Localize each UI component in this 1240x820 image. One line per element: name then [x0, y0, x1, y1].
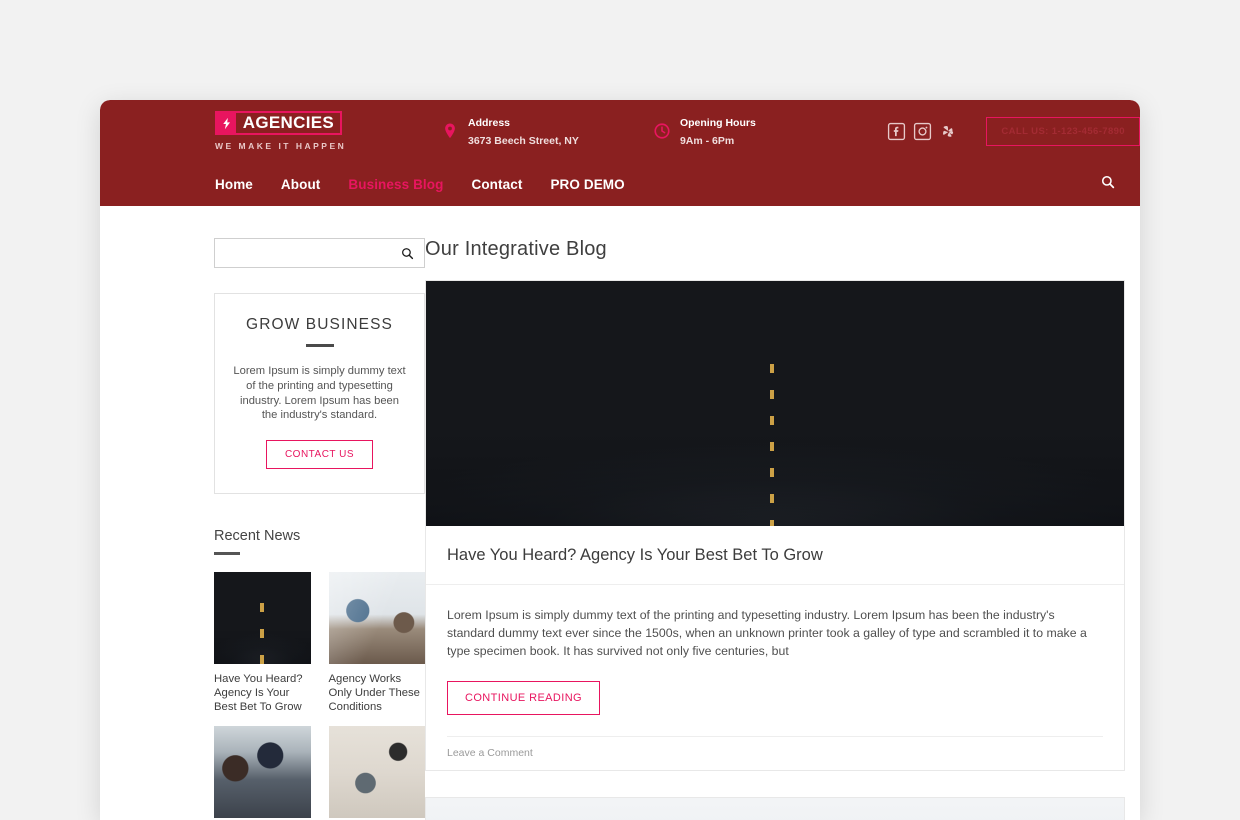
header-search-icon[interactable]	[1100, 174, 1116, 195]
browser-page: AGENCIES WE MAKE IT HAPPEN Address 3673 …	[100, 100, 1140, 820]
list-item[interactable]: Revolutionize Your Agency With These	[328, 725, 425, 820]
site-logo[interactable]: AGENCIES WE MAKE IT HAPPEN	[215, 111, 447, 151]
recent-news-divider	[214, 552, 240, 555]
yelp-icon[interactable]	[939, 122, 958, 141]
search-input[interactable]	[215, 239, 400, 267]
list-item[interactable]: Top 10 Tips To Grow Your Agency	[214, 725, 311, 820]
sidebar: GROW BUSINESS Lorem Ipsum is simply dumm…	[100, 238, 425, 820]
recent-news-thumbnail	[214, 571, 311, 664]
list-item[interactable]: Agency Works Only Under These Conditions	[328, 571, 426, 714]
nav-item-about[interactable]: About	[281, 177, 320, 192]
site-header: AGENCIES WE MAKE IT HAPPEN Address 3673 …	[100, 100, 1140, 206]
post-excerpt: Lorem Ipsum is simply dummy text of the …	[447, 608, 1087, 659]
post-body: Lorem Ipsum is simply dummy text of the …	[426, 585, 1124, 770]
social-links	[887, 122, 958, 141]
list-item[interactable]: Have You Heard? Agency Is Your Best Bet …	[214, 571, 311, 714]
nav-item-pro-demo[interactable]: PRO DEMO	[550, 177, 624, 192]
header-top-bar: AGENCIES WE MAKE IT HAPPEN Address 3673 …	[100, 100, 1140, 162]
nav-item-contact[interactable]: Contact	[471, 177, 522, 192]
main-navigation: Home About Business Blog Contact PRO DEM…	[100, 162, 1140, 206]
facebook-icon[interactable]	[887, 122, 906, 141]
continue-reading-button[interactable]: CONTINUE READING	[447, 680, 601, 715]
address-value: 3673 Beech Street, NY	[468, 135, 579, 147]
blog-post: Have You Heard? Agency Is Your Best Bet …	[425, 280, 1125, 771]
hours-value: 9Am - 6Pm	[679, 135, 735, 147]
widget-title: GROW BUSINESS	[246, 316, 393, 333]
recent-news-heading: Recent News	[214, 528, 301, 545]
recent-news-thumbnail	[328, 725, 425, 818]
instagram-icon[interactable]	[913, 122, 932, 141]
post-hero-image[interactable]	[426, 797, 1124, 820]
recent-news-list: Have You Heard? Agency Is Your Best Bet …	[214, 571, 426, 820]
recent-news-thumbnail	[214, 725, 311, 818]
page-title: Our Integrative Blog	[425, 238, 607, 260]
sidebar-search[interactable]	[214, 238, 425, 268]
logo-name: AGENCIES	[242, 113, 334, 132]
logo-tagline: WE MAKE IT HAPPEN	[215, 141, 347, 151]
recent-news-thumbnail	[328, 571, 425, 664]
blog-post	[425, 796, 1125, 820]
clock-icon	[653, 121, 671, 141]
widget-text: Lorem Ipsum is simply dummy text of the …	[233, 365, 406, 422]
header-address: Address 3673 Beech Street, NY	[441, 113, 599, 149]
map-pin-icon	[441, 121, 459, 141]
nav-list: Home About Business Blog Contact PRO DEM…	[215, 177, 625, 192]
header-opening-hours: Opening Hours 9Am - 6Pm	[653, 113, 791, 149]
main-content: Our Integrative Blog Have You Heard? Age…	[425, 238, 1140, 820]
logo-frame: AGENCIES	[215, 111, 342, 135]
page-body: GROW BUSINESS Lorem Ipsum is simply dumm…	[100, 206, 1140, 820]
call-us-button[interactable]: CALL US: 1-123-456-7890	[986, 116, 1140, 146]
lightning-bolt-icon	[217, 113, 236, 133]
grow-business-widget: GROW BUSINESS Lorem Ipsum is simply dumm…	[214, 293, 425, 495]
hours-label: Opening Hours	[679, 117, 756, 129]
post-title[interactable]: Have You Heard? Agency Is Your Best Bet …	[426, 526, 1124, 585]
widget-divider	[305, 344, 334, 347]
recent-news-title[interactable]: Agency Works Only Under These Conditions	[329, 672, 426, 714]
recent-news-title[interactable]: Have You Heard? Agency Is Your Best Bet …	[214, 672, 311, 714]
nav-item-home[interactable]: Home	[215, 177, 253, 192]
search-icon[interactable]	[400, 246, 424, 261]
post-hero-image[interactable]	[426, 281, 1124, 526]
address-label: Address	[468, 117, 511, 129]
contact-us-button[interactable]: CONTACT US	[265, 440, 374, 470]
leave-a-comment-link[interactable]: Leave a Comment	[447, 735, 1103, 770]
nav-item-business-blog[interactable]: Business Blog	[348, 177, 443, 192]
